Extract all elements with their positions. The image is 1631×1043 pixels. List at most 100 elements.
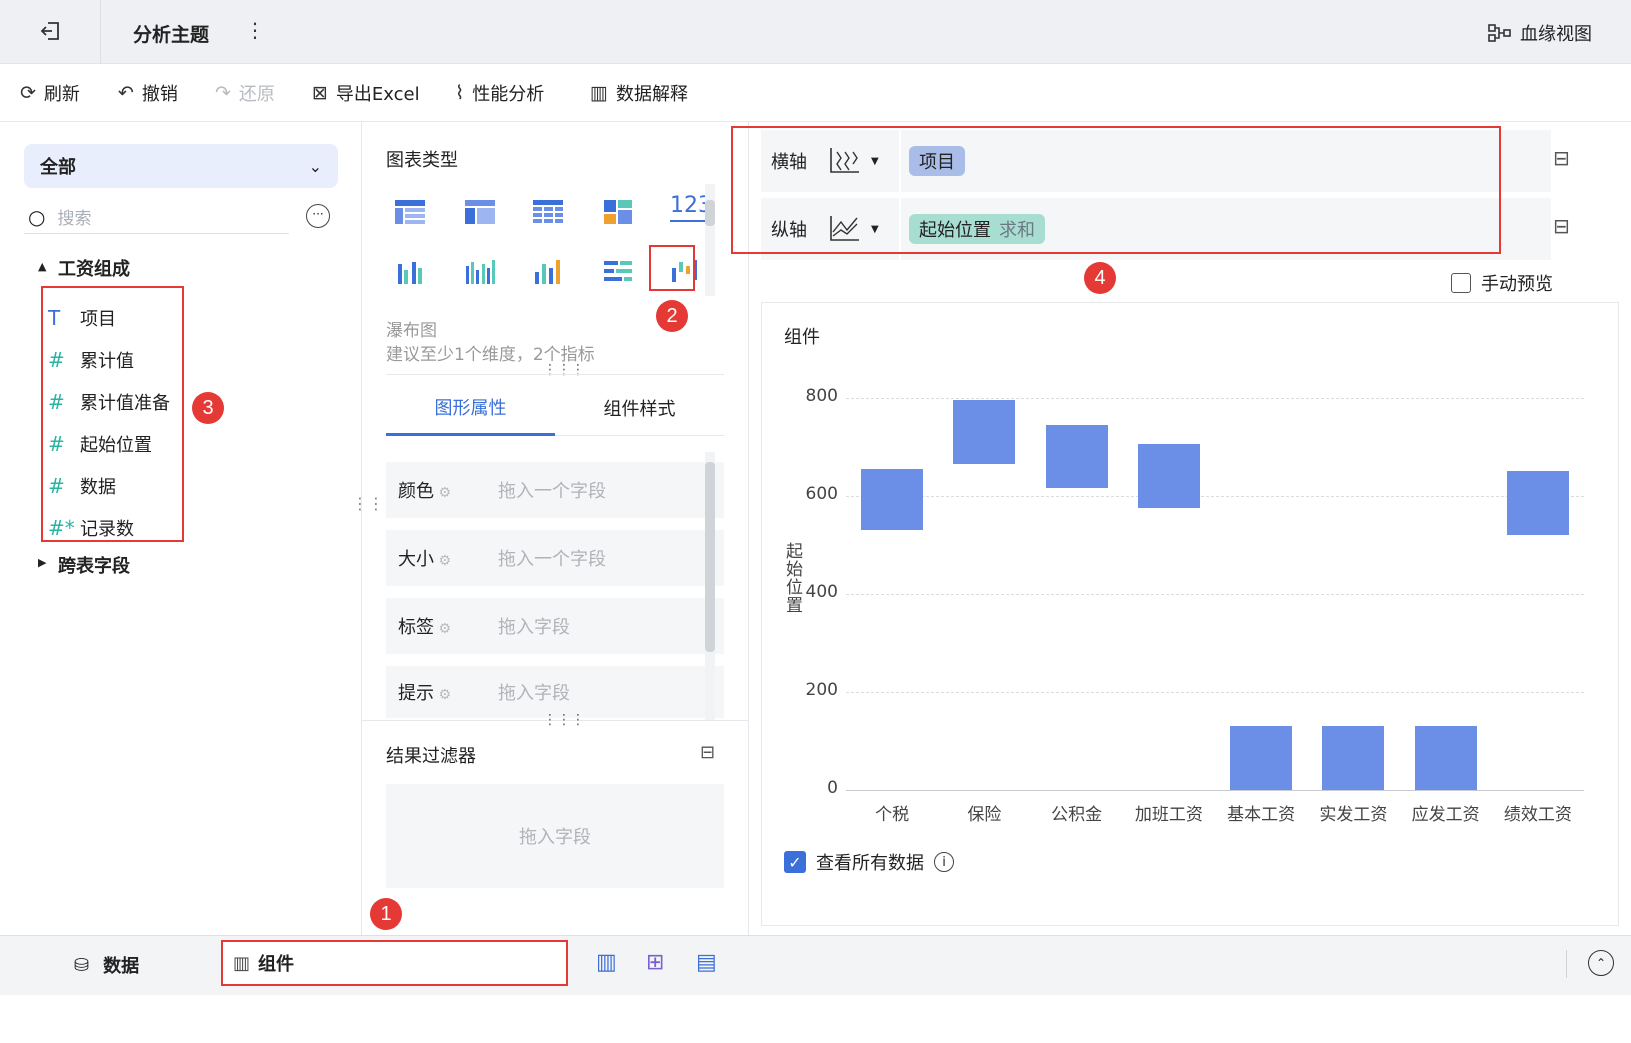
multi-bar-icon[interactable] [462, 256, 498, 288]
bar-chart-icon[interactable] [530, 256, 566, 288]
refresh-icon: ⟳ [20, 82, 36, 104]
group-title[interactable]: 跨表字段 [58, 552, 130, 578]
prop-placeholder: 拖入字段 [498, 683, 570, 704]
resize-handle[interactable]: ⋮⋮⋮ [543, 712, 585, 728]
add-dashboard-icon[interactable]: ⊞ [646, 950, 664, 975]
tooltip-drop-zone[interactable]: 提示 ⚙ 拖入字段 [386, 666, 724, 718]
more-menu-icon[interactable]: ⋮ [245, 18, 265, 42]
search-placeholder: 搜索 [57, 209, 92, 229]
grid-line [846, 495, 1584, 497]
waterfall-bar[interactable] [953, 399, 1016, 464]
refresh-label: 刷新 [43, 84, 80, 105]
tab-label: 数据 [103, 956, 140, 977]
waterfall-highlight [649, 245, 695, 291]
info-icon[interactable]: i [934, 852, 954, 872]
waterfall-bar[interactable] [1137, 444, 1200, 508]
y-axis-settings-icon[interactable]: ⊟ [1553, 214, 1570, 238]
waterfall-bar[interactable] [1045, 424, 1108, 489]
scroll-thumb[interactable] [705, 462, 715, 652]
lineage-icon [1488, 24, 1511, 42]
top-bar: 分析主题 ⋮ 血缘视图 [0, 0, 1631, 64]
divider [100, 0, 101, 64]
grouped-bar-icon[interactable] [392, 256, 428, 288]
data-explain-button[interactable]: ▥ 数据解释 [590, 78, 688, 108]
undo-label: 撤销 [141, 84, 178, 105]
add-component-icon[interactable]: ▥ [596, 950, 617, 975]
horizontal-bar-icon[interactable] [600, 256, 636, 288]
x-tick-label: 实发工资 [1319, 805, 1388, 825]
cross-table-icon[interactable] [462, 196, 498, 228]
props-scrollbar[interactable] [705, 452, 715, 720]
back-icon[interactable] [38, 18, 64, 44]
manual-preview-toggle[interactable]: 手动预览 [1451, 270, 1553, 296]
lineage-label: 血缘视图 [1520, 24, 1592, 45]
redo-button[interactable]: ↷ 还原 [215, 78, 275, 108]
tab-label: 组件样式 [603, 398, 676, 420]
prop-placeholder: 拖入字段 [498, 617, 570, 638]
gear-icon[interactable]: ⚙ [434, 485, 451, 501]
undo-button[interactable]: ↶ 撤销 [118, 78, 178, 108]
refresh-button[interactable]: ⟳ 刷新 [20, 78, 80, 108]
x-tick-label: 公积金 [1051, 805, 1103, 825]
waterfall-chart: 0 200 400 600 800 个税 保险 公积金 加班工资 基本工资 实发工资 应发工资 绩效工资 [762, 303, 1620, 1043]
collapse-up-icon[interactable]: ⌃ [1588, 950, 1614, 976]
export-excel-button[interactable]: ⊠ 导出Excel [312, 78, 420, 108]
view-all-data-toggle[interactable]: ✓ 查看所有数据 i [784, 849, 954, 875]
checkbox[interactable] [1451, 273, 1471, 293]
filter-title: 结果过滤器 [386, 746, 476, 767]
filter-placeholder: 拖入字段 [519, 827, 591, 848]
prop-label: 颜色 [398, 481, 434, 502]
filter-drop-zone[interactable]: 拖入字段 [386, 784, 724, 888]
redo-label: 还原 [238, 84, 275, 105]
tab-label: 图形属性 [434, 397, 507, 419]
fields-highlight [41, 286, 184, 542]
database-icon: ⛁ [74, 954, 90, 976]
lineage-view-button[interactable]: 血缘视图 [1488, 20, 1592, 46]
y-tick-label: 200 [805, 679, 838, 700]
waterfall-bar[interactable] [1230, 726, 1293, 790]
size-drop-zone[interactable]: 大小 ⚙ 拖入一个字段 [386, 530, 724, 586]
performance-button[interactable]: ⌇ 性能分析 [455, 78, 544, 108]
y-tick-label: 0 [827, 778, 838, 798]
search-input[interactable]: ○ 搜索 [24, 200, 289, 234]
label-drop-zone[interactable]: 标签 ⚙ 拖入字段 [386, 598, 724, 654]
checkbox-checked[interactable]: ✓ [784, 851, 806, 873]
resize-handle[interactable]: ⋮⋮⋮ [543, 362, 585, 378]
bottom-bar: ⛁ 数据 ▥ 组件 1 ▥ ⊞ ▤ ⌃ [0, 898, 1631, 995]
gear-icon[interactable]: ⚙ [434, 553, 451, 569]
tree-map-icon[interactable] [600, 196, 636, 228]
gallery-scrollbar[interactable] [705, 184, 715, 296]
group-expanded-icon[interactable]: ▲ [38, 260, 46, 273]
scroll-thumb[interactable] [705, 200, 715, 226]
add-report-icon[interactable]: ▤ [696, 950, 717, 975]
prop-label: 大小 [398, 549, 434, 570]
chart-card: 组件 起始位置 0 200 400 600 800 个税 保险 公积金 加班工资 基本工资 实发工资… [761, 302, 1619, 926]
x-tick-label: 基本工资 [1227, 805, 1296, 825]
data-tab[interactable]: ⛁ 数据 [74, 952, 139, 978]
scope-select[interactable]: 全部 ⌄ [24, 144, 338, 188]
annotation-badge: 4 [1084, 262, 1116, 294]
excel-icon: ⊠ [312, 82, 328, 104]
more-options-icon[interactable]: ··· [306, 204, 330, 228]
tab-graph-properties[interactable]: 图形属性 [386, 380, 555, 436]
waterfall-bar[interactable] [1322, 726, 1385, 790]
gear-icon[interactable]: ⚙ [434, 687, 451, 703]
waterfall-bar[interactable] [1506, 471, 1569, 535]
filter-settings-icon[interactable]: ⊟ [700, 742, 715, 763]
group-collapsed-icon[interactable]: ▶ [38, 556, 46, 569]
x-tick-label: 应发工资 [1411, 805, 1480, 825]
divider [1566, 950, 1567, 978]
tab-component-style[interactable]: 组件样式 [555, 380, 724, 436]
waterfall-bar[interactable] [1414, 726, 1477, 790]
chart-config-panel: 图表类型 123 2 瀑布图 建议至少1个维度，2个指标 ⋮⋮⋮ 图形属性 组件… [362, 122, 749, 935]
x-axis-settings-icon[interactable]: ⊟ [1553, 146, 1570, 170]
group-title[interactable]: 工资组成 [58, 255, 130, 281]
table-chart-icon[interactable] [392, 196, 428, 228]
grid-line [846, 397, 1584, 399]
detail-table-icon[interactable] [530, 196, 566, 228]
color-drop-zone[interactable]: 颜色 ⚙ 拖入一个字段 [386, 462, 724, 518]
page-title: 分析主题 [133, 24, 210, 46]
gear-icon[interactable]: ⚙ [434, 621, 451, 637]
waterfall-bar[interactable] [861, 468, 924, 530]
grid-line [846, 593, 1584, 595]
